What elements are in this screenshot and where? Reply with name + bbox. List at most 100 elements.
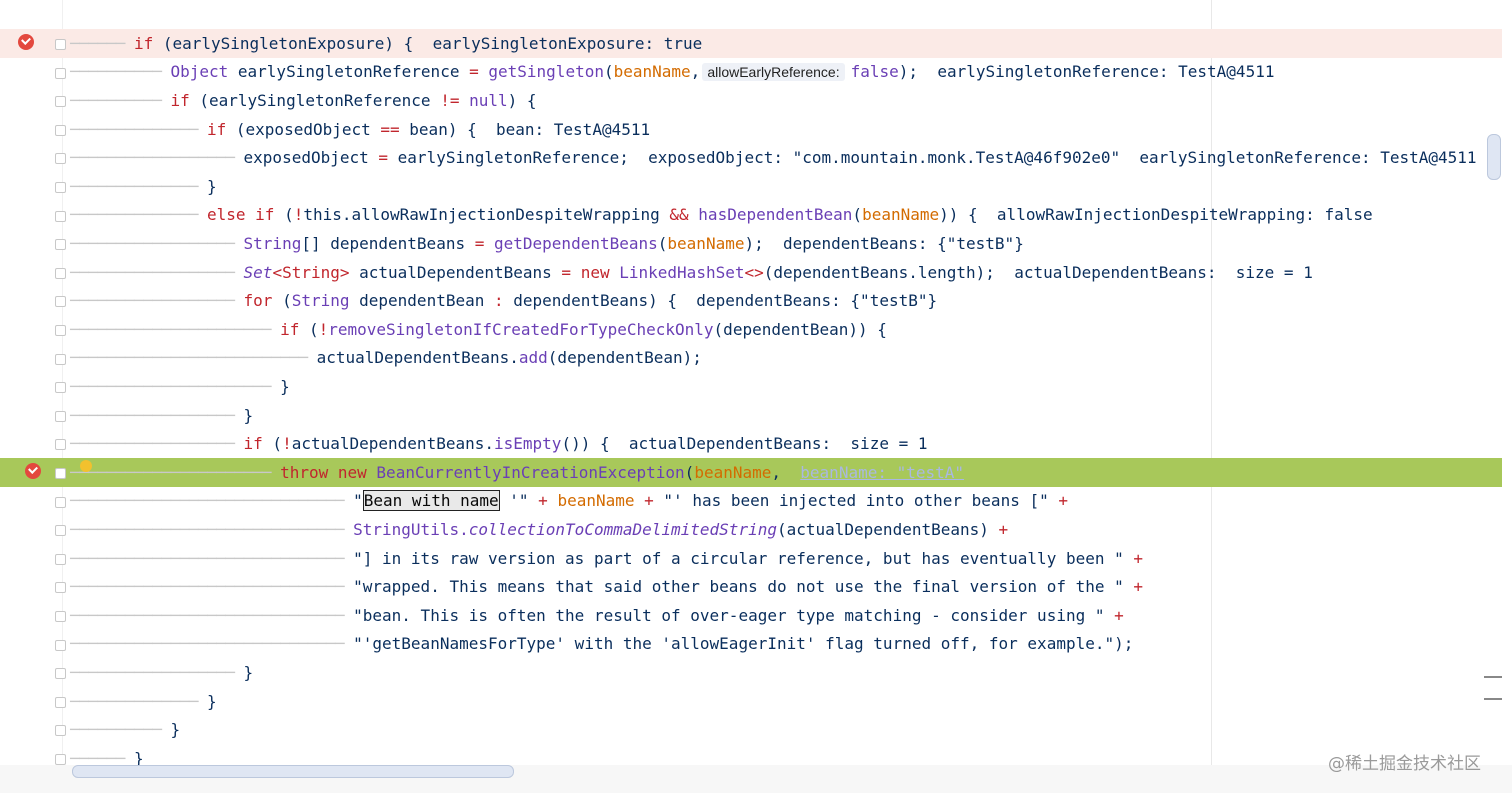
- code-line[interactable]: ────────────────────────────── " Bean wit…: [0, 487, 1502, 516]
- fold-marker-icon[interactable]: [55, 96, 66, 108]
- code-text: ────────────────── Set <String> actualDep…: [70, 258, 1313, 287]
- parameter-hint: allowEarlyReference:: [702, 62, 845, 81]
- code-line[interactable]: ────────────────────────── actualDepende…: [0, 344, 1502, 373]
- code-line[interactable]: ────────────────────── if (! removeSingle…: [0, 315, 1502, 344]
- code-line[interactable]: ────────────────────── }: [0, 372, 1502, 401]
- fold-marker-icon[interactable]: [55, 239, 66, 251]
- horizontal-scrollbar-thumb[interactable]: [72, 765, 514, 778]
- code-token: }: [207, 176, 217, 196]
- code-line[interactable]: ────────────────────────────── "bean. Th…: [0, 601, 1502, 630]
- code-token: beanName: [557, 491, 635, 511]
- code-token: beanName: "testA": [800, 462, 965, 482]
- code-line[interactable]: ────────────────── String[] dependentBea…: [0, 229, 1502, 258]
- fold-marker-icon[interactable]: [55, 182, 66, 193]
- fold-marker-icon[interactable]: [55, 553, 66, 565]
- code-token: }: [243, 662, 254, 682]
- fold-marker-icon[interactable]: [55, 468, 66, 479]
- indent-guide: ──────────────────────────────: [70, 605, 354, 625]
- indent-guide: ──────────────────────────: [70, 348, 317, 368]
- breakpoint-icon[interactable]: [25, 463, 41, 479]
- fold-marker-icon[interactable]: [55, 153, 66, 165]
- code-token: else if: [207, 205, 275, 225]
- vertical-scrollbar-thumb[interactable]: [1487, 134, 1501, 180]
- code-token: =: [378, 148, 389, 168]
- indent-guide: ──────────: [70, 62, 171, 82]
- code-token: beanName: [694, 462, 772, 482]
- code-token: =: [561, 262, 572, 282]
- code-line[interactable]: ────────────── }: [0, 172, 1502, 201]
- code-token: &&: [669, 205, 689, 225]
- code-line[interactable]: ────────────────── exposedObject = early…: [0, 143, 1502, 172]
- fold-marker-icon[interactable]: [55, 353, 66, 365]
- fold-marker-icon[interactable]: [55, 210, 66, 222]
- fold-marker-icon[interactable]: [55, 39, 66, 50]
- code-token: (: [657, 233, 668, 253]
- fold-marker-icon[interactable]: [55, 325, 66, 336]
- fold-marker-icon[interactable]: [55, 496, 66, 508]
- code-token: !: [318, 319, 329, 339]
- indent-guide: ──────────────────: [70, 662, 244, 682]
- code-text: ────────────────── }: [70, 401, 253, 430]
- code-line[interactable]: ────── if (earlySingletonExposure) { ear…: [0, 29, 1502, 58]
- fold-marker-icon[interactable]: [55, 525, 66, 537]
- fold-marker-icon[interactable]: [55, 611, 66, 622]
- code-token: (dependentBeans.length); actualDependent…: [763, 262, 1313, 282]
- code-text: ────────────────── exposedObject = early…: [70, 143, 1477, 172]
- fold-marker-icon[interactable]: [55, 582, 66, 594]
- code-line[interactable]: ────────────────────────────── "wrapped.…: [0, 572, 1502, 601]
- fold-marker-icon[interactable]: [55, 439, 66, 451]
- code-token: if: [170, 90, 190, 110]
- code-text: ────────────────── if (! actualDependentB…: [70, 429, 927, 458]
- fold-marker-icon[interactable]: [55, 410, 66, 422]
- code-token: +: [1133, 577, 1144, 597]
- breakpoint-icon[interactable]: [18, 34, 34, 50]
- code-line[interactable]: ────────── Object earlySingletonReferenc…: [0, 58, 1502, 87]
- indent-guide: ──────────────────────: [70, 462, 281, 482]
- code-line[interactable]: ────────────── }: [0, 687, 1502, 716]
- code-token: <String>: [272, 262, 350, 282]
- code-line[interactable]: ────────────────────────────── StringUti…: [0, 515, 1502, 544]
- fold-marker-icon[interactable]: [55, 267, 66, 279]
- fold-marker-icon[interactable]: [55, 67, 66, 79]
- code-token: BeanCurrentlyInCreationException: [376, 462, 685, 482]
- code-line[interactable]: ────────── if (earlySingletonReference !…: [0, 86, 1502, 115]
- code-token: false: [850, 62, 899, 82]
- code-token: collectionToCommaDelimitedString: [468, 519, 777, 539]
- fold-marker-icon[interactable]: [55, 639, 66, 651]
- code-text: ────── if (earlySingletonExposure) { ear…: [70, 29, 702, 58]
- code-text: ────────────────────── if (! removeSingle…: [70, 315, 887, 344]
- code-line[interactable]: ────────────────── }: [0, 658, 1502, 687]
- code-text: ────────────────── String[] dependentBea…: [70, 229, 1024, 258]
- fold-marker-icon[interactable]: [55, 696, 66, 708]
- code-line[interactable]: ────────────────────────────── "] in its…: [0, 544, 1502, 573]
- code-token: <>: [744, 262, 764, 282]
- fold-marker-icon[interactable]: [55, 668, 66, 680]
- code-line[interactable]: ────────────────── }: [0, 401, 1502, 430]
- fold-marker-icon[interactable]: [55, 124, 66, 136]
- fold-marker-icon[interactable]: [55, 754, 66, 765]
- code-line[interactable]: ────────────────── if (! actualDependentB…: [0, 429, 1502, 458]
- indent-guide: ──────────────────────────────: [70, 519, 354, 539]
- code-token: :: [494, 291, 504, 311]
- code-text: ────────────── if (exposedObject == bean…: [70, 115, 650, 144]
- code-token: String: [243, 233, 302, 253]
- code-line[interactable]: ────────────────────── throw new BeanCur…: [0, 458, 1502, 487]
- code-editor[interactable]: ────── if (earlySingletonExposure) { ear…: [0, 0, 1512, 768]
- code-text: ────────── Object earlySingletonReferenc…: [70, 58, 1274, 87]
- code-line[interactable]: ────────── }: [0, 715, 1502, 744]
- code-line[interactable]: ────────────── else if (! this.allowRawIn…: [0, 201, 1502, 230]
- code-token: =: [469, 62, 479, 82]
- fold-marker-icon[interactable]: [55, 725, 66, 737]
- fold-marker-icon[interactable]: [55, 296, 66, 308]
- code-line[interactable]: ────────────── if (exposedObject == bean…: [0, 115, 1502, 144]
- code-token: ) {: [507, 90, 537, 110]
- code-line[interactable]: ────────────────────────────── "'getBean…: [0, 630, 1502, 659]
- code-token: ==: [380, 119, 400, 139]
- code-token: (earlySingletonReference: [189, 90, 441, 110]
- code-line[interactable]: ────────────────── Set <String> actualDep…: [0, 258, 1502, 287]
- code-token: dependentBean: [349, 291, 494, 311]
- fold-marker-icon[interactable]: [55, 382, 66, 394]
- lightbulb-icon[interactable]: [80, 460, 92, 472]
- code-line[interactable]: ────────────────── for (String dependent…: [0, 286, 1502, 315]
